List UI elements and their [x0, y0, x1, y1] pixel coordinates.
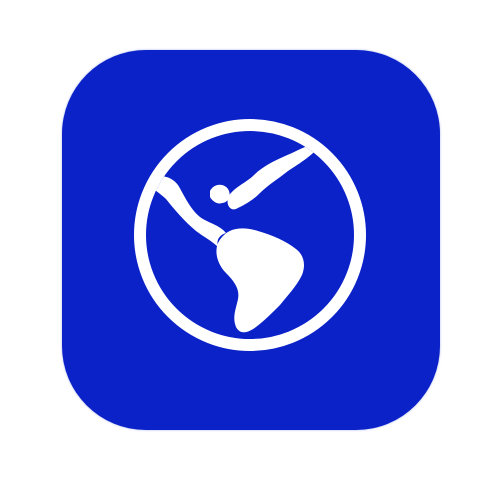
northern-landmass-shape: [227, 141, 324, 210]
icon-canvas: [0, 0, 500, 500]
continents: [148, 141, 324, 333]
central-america-shape: [210, 184, 230, 204]
globe-americas-icon: [128, 113, 372, 357]
south-america-shape: [216, 228, 304, 333]
globe-americas-svg: [134, 119, 366, 351]
